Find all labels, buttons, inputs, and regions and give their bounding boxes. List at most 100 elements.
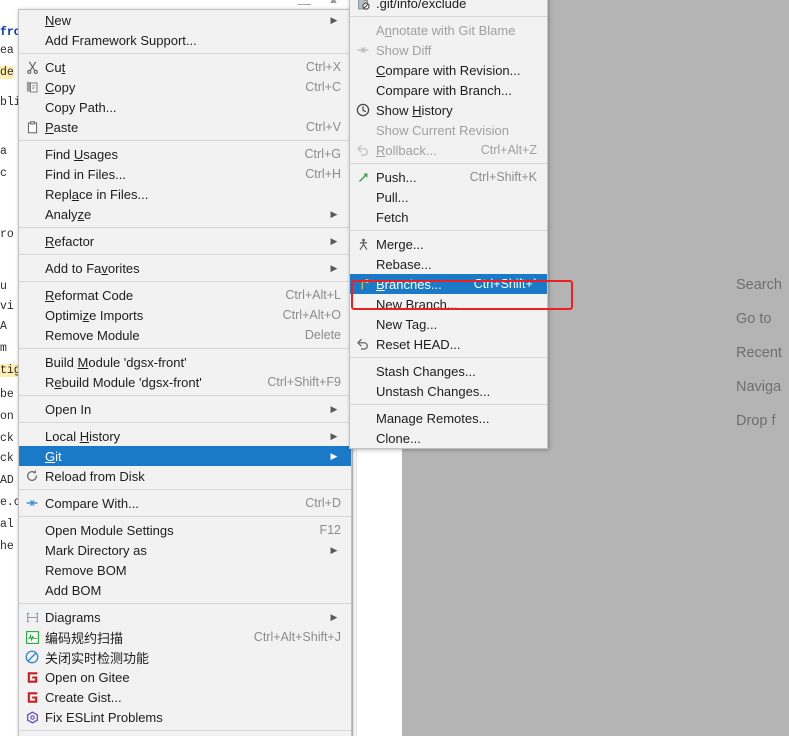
project-context-menu[interactable]: New ▶ Add Framework Support... Cut Ctrl+X Cop…	[18, 9, 352, 736]
menu-item-build-module-dgsx-front[interactable]: Build Module 'dgsx-front'	[19, 352, 351, 372]
menu-separator	[19, 254, 351, 255]
menu-item-shortcut: Ctrl+H	[305, 167, 341, 181]
submenu-arrow-icon: ▶	[330, 263, 338, 273]
no-icon	[19, 325, 45, 345]
menu-item-new[interactable]: New ▶	[19, 10, 351, 30]
menu-item-clone[interactable]: Clone...	[350, 428, 547, 448]
code-fragment: a	[0, 145, 7, 158]
no-icon	[19, 144, 45, 164]
no-icon	[350, 428, 376, 448]
menu-item-reset-head[interactable]: Reset HEAD...	[350, 334, 547, 354]
menu-item-label: Compare With...	[45, 495, 139, 511]
menu-item-mark-directory-as[interactable]: Mark Directory as ▶	[19, 540, 351, 560]
no-icon	[350, 60, 376, 80]
menu-item-add-bom[interactable]: Add BOM	[19, 580, 351, 600]
menu-item-label: Rebuild Module 'dgsx-front'	[45, 374, 202, 390]
editor-code-text: fro ea de bli a c ro u vi Am tig be on ck ck AD e.c al he	[0, 0, 21, 736]
menu-item-label: 编码规约扫描	[45, 630, 124, 646]
menu-item-fix-eslint-problems[interactable]: Fix ESLint Problems	[19, 707, 351, 727]
menu-item-label: Cut	[45, 59, 66, 75]
maximize-button[interactable]: ▲	[328, 0, 339, 6]
menu-item-pull[interactable]: Pull...	[350, 187, 547, 207]
menu-item-label: Add to Favorites	[45, 260, 140, 276]
menu-separator	[350, 16, 547, 17]
menu-separator	[19, 516, 351, 517]
menu-item-label: .git/info/exclude	[376, 0, 467, 11]
menu-item-remove-bom[interactable]: Remove BOM	[19, 560, 351, 580]
menu-item-copy[interactable]: Copy Ctrl+C	[19, 77, 351, 97]
menu-item-stash-changes[interactable]: Stash Changes...	[350, 361, 547, 381]
code-fragment: he	[0, 540, 14, 553]
menu-item-fetch[interactable]: Fetch	[350, 207, 547, 227]
menu-item-label: Open In	[45, 401, 92, 417]
menu-item-analyze[interactable]: Analyze ▶	[19, 204, 351, 224]
no-icon	[350, 361, 376, 381]
menu-item-local-history[interactable]: Local History ▶	[19, 426, 351, 446]
code-fragment: A	[0, 320, 7, 333]
menu-item-label: Build Module 'dgsx-front'	[45, 354, 187, 370]
menu-item-shortcut: Ctrl+G	[304, 147, 341, 161]
menu-item-label: Find in Files...	[45, 166, 126, 182]
menu-item-add-framework-support[interactable]: Add Framework Support...	[19, 30, 351, 50]
submenu-arrow-icon: ▶	[330, 404, 338, 414]
menu-item-open-on-gitee[interactable]: Open on Gitee	[19, 667, 351, 687]
menu-item-shortcut: F12	[319, 523, 341, 537]
menu-item-reformat-code[interactable]: Reformat Code Ctrl+Alt+L	[19, 285, 351, 305]
no-icon	[19, 285, 45, 305]
menu-item-find-in-files[interactable]: Find in Files... Ctrl+H	[19, 164, 351, 184]
menu-item-show-history[interactable]: Show History	[350, 100, 547, 120]
menu-item-reload-from-disk[interactable]: Reload from Disk	[19, 466, 351, 486]
menu-item-open-module-settings[interactable]: Open Module Settings F12	[19, 520, 351, 540]
code-fragment: ck	[0, 452, 14, 465]
menu-item-rebase[interactable]: Rebase...	[350, 254, 547, 274]
menu-item-compare-with-branch[interactable]: Compare with Branch...	[350, 80, 547, 100]
menu-item-git-info-exclude[interactable]: .git/info/exclude	[350, 0, 547, 13]
menu-item-new-tag[interactable]: New Tag...	[350, 314, 547, 334]
menu-item-label: Reload from Disk	[45, 468, 145, 484]
menu-item-branches[interactable]: Branches... Ctrl+Shift+`	[350, 274, 547, 294]
menu-item-diagrams[interactable]: Diagrams ▶	[19, 607, 351, 627]
menu-item-label: New Branch...	[376, 296, 458, 312]
code-fragment: ea	[0, 44, 14, 57]
menu-item-shortcut: Ctrl+X	[305, 60, 341, 74]
menu-item-merge[interactable]: Merge...	[350, 234, 547, 254]
menu-item-new-branch[interactable]: New Branch...	[350, 294, 547, 314]
menu-item-shortcut: Ctrl+C	[305, 80, 341, 94]
menu-item-label: Rebase...	[376, 256, 432, 272]
no-icon	[350, 294, 376, 314]
menu-item-manage-remotes[interactable]: Manage Remotes...	[350, 408, 547, 428]
menu-item-add-to-favorites[interactable]: Add to Favorites ▶	[19, 258, 351, 278]
no-icon	[19, 164, 45, 184]
menu-item-optimize-imports[interactable]: Optimize Imports Ctrl+Alt+O	[19, 305, 351, 325]
menu-item-paste[interactable]: Paste Ctrl+V	[19, 117, 351, 137]
no-icon	[350, 381, 376, 401]
no-icon	[19, 520, 45, 540]
menu-item-cut[interactable]: Cut Ctrl+X	[19, 57, 351, 77]
menu-item-open-in[interactable]: Open In ▶	[19, 399, 351, 419]
menu-item-refactor[interactable]: Refactor ▶	[19, 231, 351, 251]
menu-item-find-usages[interactable]: Find Usages Ctrl+G	[19, 144, 351, 164]
menu-item-编码规约扫描[interactable]: 编码规约扫描 Ctrl+Alt+Shift+J	[19, 627, 351, 647]
menu-item-push[interactable]: Push... Ctrl+Shift+K	[350, 167, 547, 187]
menu-item-git[interactable]: Git ▶	[19, 446, 351, 466]
menu-item-关闭实时检测功能[interactable]: 关闭实时检测功能	[19, 647, 351, 667]
menu-item-shortcut: Ctrl+V	[305, 120, 341, 134]
menu-item-copy-path[interactable]: Copy Path...	[19, 97, 351, 117]
menu-item-replace-in-files[interactable]: Replace in Files...	[19, 184, 351, 204]
menu-item-compare-with-revision[interactable]: Compare with Revision...	[350, 60, 547, 80]
menu-item-compare-with[interactable]: Compare With... Ctrl+D	[19, 493, 351, 513]
menu-separator	[19, 140, 351, 141]
no-icon	[19, 97, 45, 117]
code-fragment: on	[0, 410, 14, 423]
menu-item-shortcut: Ctrl+Alt+Shift+J	[253, 630, 341, 644]
clock-icon	[350, 100, 376, 120]
menu-item-unstash-changes[interactable]: Unstash Changes...	[350, 381, 547, 401]
menu-item-label: Show Diff	[376, 42, 432, 58]
menu-item-shortcut: Delete	[304, 328, 341, 342]
menu-item-rebuild-module-dgsx-front[interactable]: Rebuild Module 'dgsx-front' Ctrl+Shift+F9	[19, 372, 351, 392]
menu-item-label: Open Module Settings	[45, 522, 174, 538]
menu-item-remove-module[interactable]: Remove Module Delete	[19, 325, 351, 345]
git-submenu[interactable]: .git/info/exclude Annotate with Git Blame…	[349, 0, 548, 449]
menu-item-shortcut: Ctrl+Shift+K	[469, 170, 537, 184]
menu-item-create-gist[interactable]: Create Gist...	[19, 687, 351, 707]
